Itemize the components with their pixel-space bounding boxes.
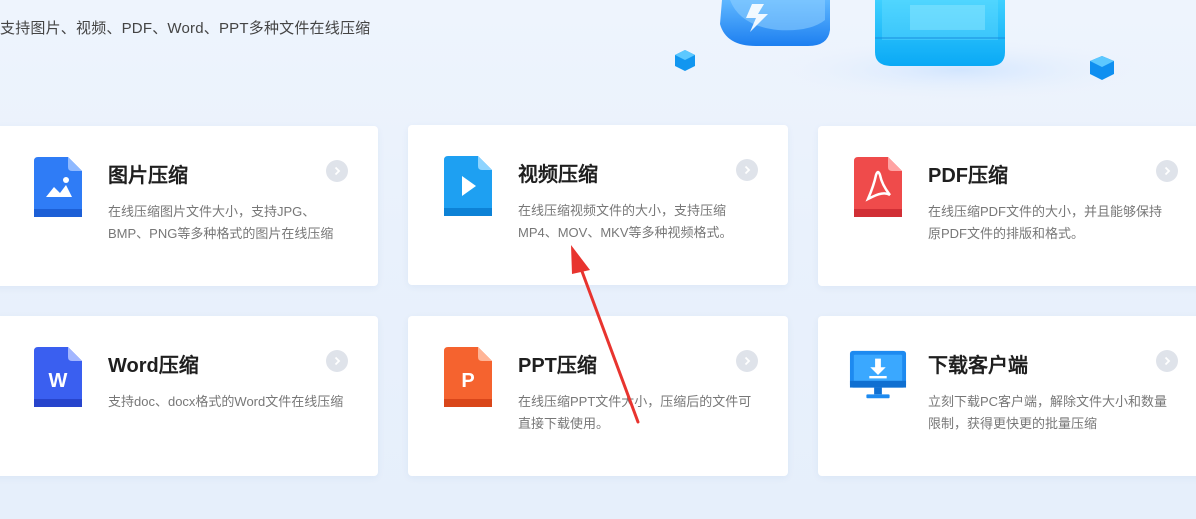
pdf-file-icon xyxy=(854,157,902,217)
card-description: 立刻下载PC客户端，解除文件大小和数量限制，获得更快更的批量压缩 xyxy=(928,394,1168,431)
card-title: 下载客户端 xyxy=(928,355,1028,377)
chevron-right-icon[interactable] xyxy=(1156,350,1178,372)
card-description: 在线压缩PDF文件的大小，并且能够保持原PDF文件的排版和格式。 xyxy=(928,204,1163,241)
chevron-right-icon[interactable] xyxy=(326,350,348,372)
card-title: 视频压缩 xyxy=(518,164,598,186)
chevron-right-icon[interactable] xyxy=(326,160,348,182)
card-description: 在线压缩图片文件大小，支持JPG、BMP、PNG等多种格式的图片在线压缩 xyxy=(108,204,334,241)
card-video-compress[interactable]: 视频压缩 在线压缩视频文件的大小，支持压缩MP4、MOV、MKV等多种视频格式。 xyxy=(408,125,788,285)
chevron-right-icon[interactable] xyxy=(736,350,758,372)
card-description: 支持doc、docx格式的Word文件在线压缩 xyxy=(108,394,344,409)
icon-letter: W xyxy=(49,370,68,392)
image-file-icon xyxy=(34,157,82,217)
card-title: PPT压缩 xyxy=(518,355,597,377)
icon-letter: P xyxy=(461,370,474,392)
card-word-compress[interactable]: W Word压缩 支持doc、docx格式的Word文件在线压缩 xyxy=(0,316,378,476)
card-title: PDF压缩 xyxy=(928,165,1008,187)
card-description: 在线压缩视频文件的大小，支持压缩MP4、MOV、MKV等多种视频格式。 xyxy=(518,203,733,240)
card-title: Word压缩 xyxy=(108,355,199,377)
chevron-right-icon[interactable] xyxy=(1156,160,1178,182)
card-title: 图片压缩 xyxy=(108,165,188,187)
card-image-compress[interactable]: 图片压缩 在线压缩图片文件大小，支持JPG、BMP、PNG等多种格式的图片在线压… xyxy=(0,126,378,286)
hero-subtitle: 支持图片、视频、PDF、Word、PPT多种文件在线压缩 xyxy=(0,20,371,37)
card-download-client[interactable]: 下载客户端 立刻下载PC客户端，解除文件大小和数量限制，获得更快更的批量压缩 xyxy=(818,316,1196,476)
chevron-right-icon[interactable] xyxy=(736,159,758,181)
ppt-file-icon: P xyxy=(444,347,492,407)
word-file-icon: W xyxy=(34,347,82,407)
card-ppt-compress[interactable]: P PPT压缩 在线压缩PPT文件大小，压缩后的文件可直接下载使用。 xyxy=(408,316,788,476)
card-description: 在线压缩PPT文件大小，压缩后的文件可直接下载使用。 xyxy=(518,394,752,431)
video-file-icon xyxy=(444,156,492,216)
download-monitor-icon xyxy=(849,350,907,399)
card-pdf-compress[interactable]: PDF压缩 在线压缩PDF文件的大小，并且能够保持原PDF文件的排版和格式。 xyxy=(818,126,1196,286)
hero-illustration xyxy=(675,0,1140,100)
